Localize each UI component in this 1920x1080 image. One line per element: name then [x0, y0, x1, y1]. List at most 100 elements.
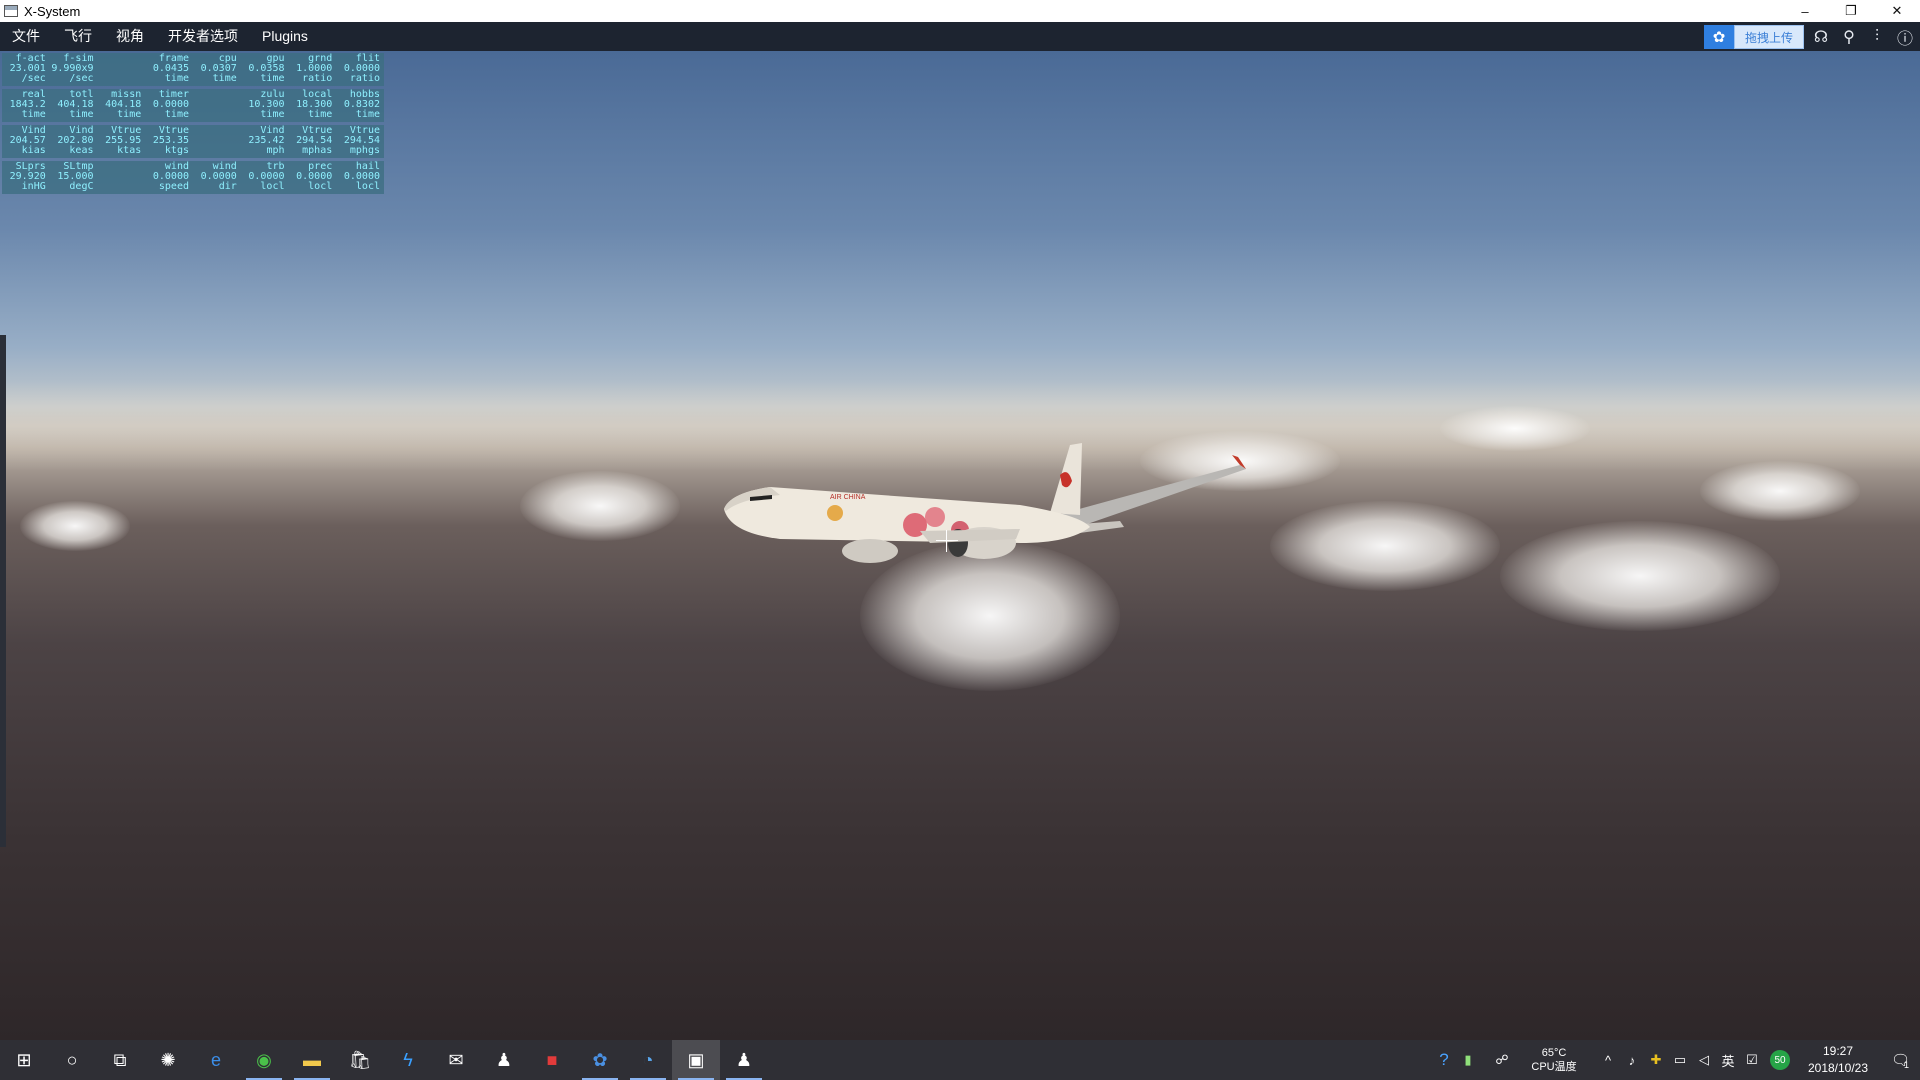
thunder-icon[interactable]: ϟ	[384, 1040, 432, 1080]
data-output-panel: f-act 23.001/sec f-sim 9.990x9/sec frame 0.…	[2, 53, 384, 197]
data-cell: f-sim 9.990x9/sec	[51, 53, 94, 84]
taskbar: ⊞ ○ ⧉ ✺ e ◉ ▬ 🛍 ϟ ✉ ♟ ■ ✿ ◔ ▣ ♟ ? ▮ ☍ 65…	[0, 1040, 1920, 1080]
cloud	[1440, 406, 1590, 451]
data-cell: Vtrue 294.54 mphas	[296, 125, 333, 156]
qq-icon-2[interactable]: ♟	[720, 1040, 768, 1080]
cloud	[1270, 501, 1500, 591]
data-cell: SLprs 29.920 inHG	[9, 161, 46, 192]
data-cell: Vtrue 253.35 ktgs	[152, 125, 189, 156]
title-bar: X-System – ❐ ✕	[0, 0, 1920, 22]
help-circle-icon[interactable]: ?	[1432, 1040, 1456, 1080]
data-cell: trb 0.0000 locl	[248, 161, 285, 192]
window-title: X-System	[24, 3, 81, 19]
cloud	[1700, 461, 1860, 521]
upload-widget[interactable]: ✿ 拖拽上传	[1703, 24, 1804, 49]
store-icon[interactable]: 🛍	[336, 1040, 384, 1080]
people-icon[interactable]: ☍	[1490, 1040, 1514, 1080]
data-cell	[193, 126, 241, 156]
cpu-temperature[interactable]: 65°C CPU温度	[1522, 1046, 1586, 1074]
network-icon[interactable]: ▭	[1668, 1040, 1692, 1080]
data-cell: missn 404.18 time	[105, 89, 142, 120]
menu-developer[interactable]: 开发者选项	[156, 22, 250, 51]
data-cell: zulu 10.300 time	[248, 89, 285, 120]
data-cell: Vind 202.80 keas	[57, 125, 94, 156]
airline-text: AIR CHINA	[830, 494, 866, 501]
data-cell: hail 0.0000 locl	[343, 161, 380, 192]
data-cell: prec 0.0000 locl	[296, 161, 333, 192]
sliders-icon[interactable]: ⫶	[1866, 26, 1888, 48]
file-explorer-icon[interactable]: ▬	[288, 1040, 336, 1080]
restore-button[interactable]: ❐	[1828, 0, 1874, 22]
data-row-rates: f-act 23.001/sec f-sim 9.990x9/sec frame 0.…	[2, 53, 384, 86]
app-icon	[4, 5, 18, 17]
task-view-icon[interactable]: ⧉	[96, 1040, 144, 1080]
green-badge[interactable]: 50	[1764, 1040, 1796, 1080]
qq-icon[interactable]: ♟	[480, 1040, 528, 1080]
data-cell: hobbs 0.8302 time	[343, 89, 380, 120]
xplane-icon[interactable]: ▣	[672, 1040, 720, 1080]
ime-indicator[interactable]: 英	[1716, 1040, 1740, 1080]
speed-icon[interactable]: ◔	[624, 1040, 672, 1080]
cloud-upload-icon[interactable]: ✿	[1703, 24, 1734, 49]
minimize-button[interactable]: –	[1782, 0, 1828, 22]
cpu-temp-label: CPU温度	[1531, 1061, 1577, 1073]
data-cell: Vind 204.57 kias	[9, 125, 46, 156]
upload-button[interactable]: 拖拽上传	[1733, 24, 1804, 49]
data-cell: real 1843.2 time	[9, 89, 46, 120]
data-row-speeds: Vind 204.57 kias Vind 202.80 keas Vtrue 255.9…	[2, 125, 384, 158]
data-cell: SLtmp 15.000 degC	[57, 161, 94, 192]
edge-icon[interactable]: e	[192, 1040, 240, 1080]
crosshair	[936, 540, 958, 541]
clock[interactable]: 19:27 2018/10/23	[1796, 1043, 1880, 1077]
notification-center-icon[interactable]: 🗨 1	[1880, 1040, 1920, 1080]
data-row-times: real 1843.2 time totl 404.18 time missn 404.1…	[2, 89, 384, 122]
data-cell: grnd 1.0000 ratio	[296, 53, 333, 84]
data-cell: local 18.300 time	[296, 89, 333, 120]
search-circle-icon[interactable]: ○	[48, 1040, 96, 1080]
engine-left	[842, 539, 898, 563]
flash-icon[interactable]: ■	[528, 1040, 576, 1080]
menu-view[interactable]: 视角	[104, 22, 156, 51]
help-icon[interactable]: ⓘ	[1894, 26, 1916, 48]
data-cell: totl 404.18 time	[57, 89, 94, 120]
data-cell: gpu 0.0358 time	[248, 53, 285, 84]
livery-flower	[925, 507, 945, 527]
data-cell: frame 0.0435 time	[152, 53, 189, 84]
start-icon[interactable]: ⊞	[0, 1040, 48, 1080]
fuselage	[724, 487, 1090, 543]
side-panel-edge[interactable]	[0, 335, 6, 847]
data-cell	[98, 54, 146, 84]
data-cell: timer 0.0000 time	[152, 89, 189, 120]
bell-icon[interactable]: ♪	[1620, 1040, 1644, 1080]
close-button[interactable]: ✕	[1874, 0, 1920, 22]
checkbox-icon[interactable]: ☑	[1740, 1040, 1764, 1080]
badge-value: 50	[1770, 1050, 1790, 1070]
browser-360-icon[interactable]: ◉	[240, 1040, 288, 1080]
menu-file[interactable]: 文件	[0, 22, 52, 51]
chevron-up-icon[interactable]: ^	[1596, 1040, 1620, 1080]
app-settings-icon[interactable]: ✺	[144, 1040, 192, 1080]
battery-icon[interactable]: ▮	[1456, 1040, 1480, 1080]
data-cell: flit 0.0000 ratio	[343, 53, 380, 84]
location-pin-icon[interactable]: ⚲	[1838, 26, 1860, 48]
cloud	[20, 501, 130, 551]
data-cell	[193, 90, 241, 120]
volume-icon[interactable]: ◁	[1692, 1040, 1716, 1080]
data-cell: wind 0.0000 speed	[152, 161, 189, 192]
livery-emblem	[827, 505, 843, 521]
data-cell: cpu 0.0307 time	[200, 53, 237, 84]
mail-icon[interactable]: ✉	[432, 1040, 480, 1080]
data-cell: wind 0.0000 dir	[200, 161, 237, 192]
data-cell	[98, 162, 146, 192]
notification-count: 1	[1904, 1060, 1910, 1070]
menu-plugins[interactable]: Plugins	[250, 22, 320, 51]
data-cell: Vtrue 294.54 mphgs	[343, 125, 380, 156]
data-cell: Vtrue 255.95 ktas	[105, 125, 142, 156]
headset-icon[interactable]: ☊	[1810, 26, 1832, 48]
window-controls: – ❐ ✕	[1782, 0, 1920, 22]
security-icon[interactable]: ✚	[1644, 1040, 1668, 1080]
menu-flight[interactable]: 飞行	[52, 22, 104, 51]
data-row-weather: SLprs 29.920 inHG SLtmp 15.000 degC wind 0.00…	[2, 161, 384, 194]
data-cell: f-act 23.001/sec	[9, 53, 46, 84]
baidu-netdisk-icon[interactable]: ✿	[576, 1040, 624, 1080]
